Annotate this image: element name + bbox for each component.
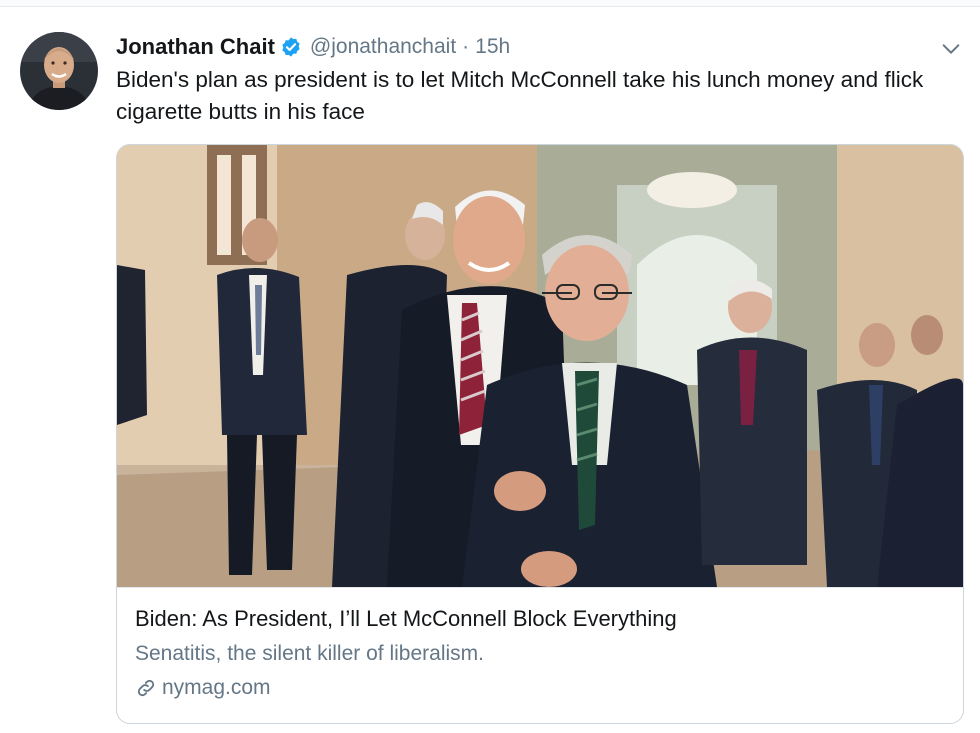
link-icon	[137, 679, 155, 697]
avatar[interactable]	[20, 32, 98, 110]
tweet[interactable]: Jonathan Chait @jonathanchait · 15h Bide…	[0, 0, 980, 733]
tweet-header: Jonathan Chait @jonathanchait · 15h	[116, 32, 510, 62]
card-domain-text: nymag.com	[162, 676, 271, 699]
tweet-timestamp[interactable]: 15h	[475, 35, 510, 59]
header-separator: ·	[462, 35, 470, 58]
link-preview-card[interactable]: Biden: As President, I’ll Let McConnell …	[116, 144, 964, 724]
author-handle[interactable]: @jonathanchait	[310, 35, 456, 59]
card-title: Biden: As President, I’ll Let McConnell …	[135, 606, 677, 631]
chevron-down-icon[interactable]	[940, 38, 962, 60]
card-domain: nymag.com	[135, 676, 271, 700]
card-description: Senatitis, the silent killer of liberali…	[135, 642, 484, 665]
verified-badge-icon	[282, 37, 300, 57]
author-name[interactable]: Jonathan Chait	[116, 34, 275, 60]
card-meta: Biden: As President, I’ll Let McConnell …	[117, 587, 963, 723]
card-image	[117, 145, 963, 587]
tweet-text: Biden's plan as president is to let Mitc…	[116, 67, 924, 124]
